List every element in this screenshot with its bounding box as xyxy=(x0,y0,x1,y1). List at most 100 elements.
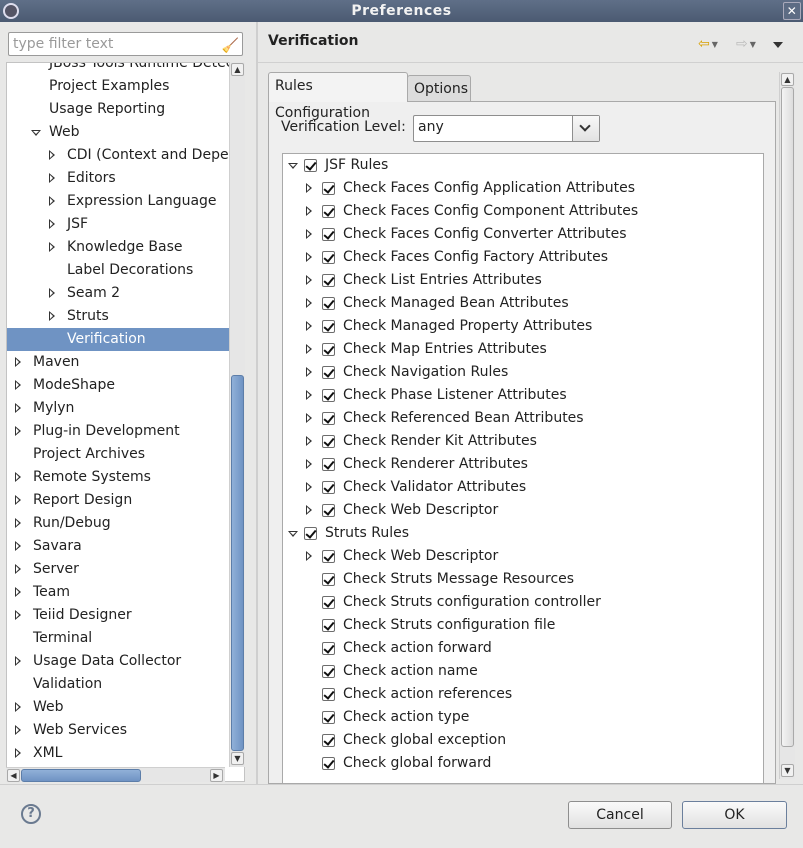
expand-arrow-icon[interactable] xyxy=(306,436,312,446)
rule-row[interactable]: Struts Rules xyxy=(283,522,763,545)
tree-item[interactable]: CDI (Context and Depend xyxy=(7,144,229,167)
rule-checkbox[interactable] xyxy=(322,274,335,287)
tree-item[interactable]: Web Services xyxy=(7,719,229,742)
expand-arrow-icon[interactable] xyxy=(15,472,21,482)
expand-arrow-icon[interactable] xyxy=(306,252,312,262)
tree-vertical-scrollbar[interactable]: ▲ ▼ xyxy=(229,62,245,767)
tree-item[interactable]: Teiid Designer xyxy=(7,604,229,627)
expand-arrow-icon[interactable] xyxy=(15,403,21,413)
rule-row[interactable]: Check action forward xyxy=(283,637,763,660)
expand-arrow-icon[interactable] xyxy=(306,298,312,308)
ok-button[interactable]: OK xyxy=(682,801,787,829)
expand-arrow-icon[interactable] xyxy=(306,482,312,492)
collapse-arrow-icon[interactable] xyxy=(288,163,298,169)
rule-checkbox[interactable] xyxy=(322,366,335,379)
rule-checkbox[interactable] xyxy=(322,734,335,747)
rule-row[interactable]: Check global forward xyxy=(283,752,763,775)
expand-arrow-icon[interactable] xyxy=(306,459,312,469)
tree-item[interactable]: Validation xyxy=(7,673,229,696)
rule-row[interactable]: Check Struts Message Resources xyxy=(283,568,763,591)
tree-horizontal-scrollbar[interactable]: ◀ ▶ xyxy=(6,767,225,782)
close-icon[interactable]: ✕ xyxy=(783,2,801,20)
expand-arrow-icon[interactable] xyxy=(49,150,55,160)
tab-options[interactable]: Options xyxy=(407,75,471,103)
rule-checkbox[interactable] xyxy=(322,251,335,264)
tree-item[interactable]: Struts xyxy=(7,305,229,328)
expand-arrow-icon[interactable] xyxy=(306,505,312,515)
collapse-arrow-icon[interactable] xyxy=(288,531,298,537)
rule-row[interactable]: Check Struts configuration controller xyxy=(283,591,763,614)
rule-row[interactable]: Check action type xyxy=(283,706,763,729)
rule-row[interactable]: Check global exception xyxy=(283,729,763,752)
expand-arrow-icon[interactable] xyxy=(15,610,21,620)
expand-arrow-icon[interactable] xyxy=(15,541,21,551)
rule-row[interactable]: Check List Entries Attributes xyxy=(283,269,763,292)
rule-row[interactable]: Check Phase Listener Attributes xyxy=(283,384,763,407)
rule-checkbox[interactable] xyxy=(322,458,335,471)
tree-item[interactable]: Editors xyxy=(7,167,229,190)
broom-icon[interactable]: 🧹 xyxy=(222,35,239,57)
expand-arrow-icon[interactable] xyxy=(49,311,55,321)
rule-row[interactable]: JSF Rules xyxy=(283,154,763,177)
expand-arrow-icon[interactable] xyxy=(15,380,21,390)
back-arrow-icon[interactable]: ⇦ ▼ xyxy=(698,36,718,52)
scroll-thumb[interactable] xyxy=(231,375,244,751)
tree-item[interactable]: Team xyxy=(7,581,229,604)
expand-arrow-icon[interactable] xyxy=(306,183,312,193)
expand-arrow-icon[interactable] xyxy=(49,173,55,183)
rule-row[interactable]: Check Managed Property Attributes xyxy=(283,315,763,338)
tree-item[interactable]: JBoss Tools Runtime Detecti xyxy=(7,63,229,75)
expand-arrow-icon[interactable] xyxy=(306,413,312,423)
filter-input[interactable]: type filter text 🧹 xyxy=(8,32,243,56)
rule-checkbox[interactable] xyxy=(322,550,335,563)
rule-checkbox[interactable] xyxy=(322,320,335,333)
rule-row[interactable]: Check Web Descriptor xyxy=(283,545,763,568)
expand-arrow-icon[interactable] xyxy=(15,656,21,666)
forward-arrow-icon[interactable]: ⇨ ▼ xyxy=(736,36,756,52)
rule-checkbox[interactable] xyxy=(322,596,335,609)
tree-item[interactable]: Maven xyxy=(7,351,229,374)
view-menu-icon[interactable] xyxy=(773,42,783,48)
tree-item[interactable]: Server xyxy=(7,558,229,581)
scroll-down-button[interactable]: ▼ xyxy=(781,764,794,777)
tree-item[interactable]: Expression Language xyxy=(7,190,229,213)
rule-row[interactable]: Check Render Kit Attributes xyxy=(283,430,763,453)
tree-item[interactable]: XML xyxy=(7,742,229,765)
scroll-up-button[interactable]: ▲ xyxy=(231,63,244,76)
expand-arrow-icon[interactable] xyxy=(49,219,55,229)
rule-checkbox[interactable] xyxy=(322,389,335,402)
expand-arrow-icon[interactable] xyxy=(15,725,21,735)
tree-item[interactable]: JSF xyxy=(7,213,229,236)
expand-arrow-icon[interactable] xyxy=(15,564,21,574)
expand-arrow-icon[interactable] xyxy=(15,426,21,436)
rule-checkbox[interactable] xyxy=(322,435,335,448)
scroll-thumb[interactable] xyxy=(781,87,794,747)
tree-item[interactable]: Plug-in Development xyxy=(7,420,229,443)
rule-checkbox[interactable] xyxy=(322,412,335,425)
tree-item[interactable]: Report Design xyxy=(7,489,229,512)
expand-arrow-icon[interactable] xyxy=(15,702,21,712)
expand-arrow-icon[interactable] xyxy=(15,518,21,528)
scroll-right-button[interactable]: ▶ xyxy=(210,769,223,782)
collapse-arrow-icon[interactable] xyxy=(31,130,41,136)
rule-row[interactable]: Check Struts configuration file xyxy=(283,614,763,637)
rule-checkbox[interactable] xyxy=(322,757,335,770)
rule-row[interactable]: Check Managed Bean Attributes xyxy=(283,292,763,315)
expand-arrow-icon[interactable] xyxy=(49,196,55,206)
expand-arrow-icon[interactable] xyxy=(306,275,312,285)
rule-checkbox[interactable] xyxy=(322,297,335,310)
expand-arrow-icon[interactable] xyxy=(306,367,312,377)
rule-row[interactable]: Check Validator Attributes xyxy=(283,476,763,499)
expand-arrow-icon[interactable] xyxy=(49,242,55,252)
tree-item[interactable]: Savara xyxy=(7,535,229,558)
tree-item[interactable]: Web xyxy=(7,121,229,144)
tree-item[interactable]: Usage Data Collector xyxy=(7,650,229,673)
verification-level-select[interactable]: any xyxy=(413,115,600,142)
expand-arrow-icon[interactable] xyxy=(15,495,21,505)
rule-checkbox[interactable] xyxy=(322,642,335,655)
tree-item[interactable]: Seam 2 xyxy=(7,282,229,305)
rule-row[interactable]: Check Faces Config Component Attributes xyxy=(283,200,763,223)
rule-checkbox[interactable] xyxy=(322,228,335,241)
rule-checkbox[interactable] xyxy=(322,182,335,195)
rule-row[interactable]: Check action references xyxy=(283,683,763,706)
